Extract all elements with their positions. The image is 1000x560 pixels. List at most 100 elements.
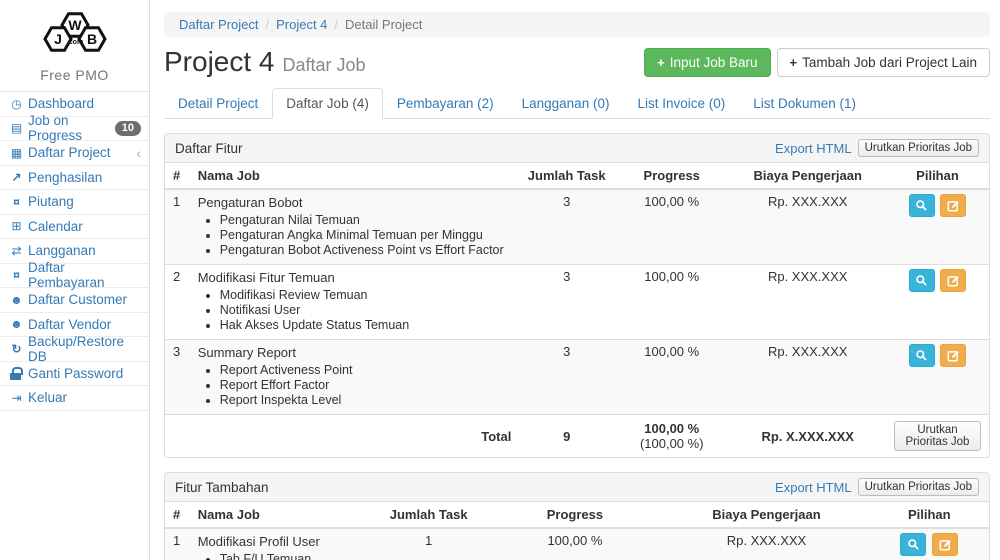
urutkan-prioritas-button[interactable]: Urutkan Prioritas Job	[894, 421, 981, 451]
fitur-tambahan-table: # Nama Job Jumlah Task Progress Biaya Pe…	[165, 502, 989, 560]
progress-cell: 100,00 %	[614, 340, 729, 415]
refresh-icon	[8, 342, 25, 356]
retweet-icon	[8, 244, 25, 258]
total-row: Total 9 100,00 % (100,00 %) Rp. X.XXX.XX…	[165, 415, 989, 458]
sidebar-item-piutang[interactable]: Piutang	[0, 190, 149, 215]
tab-langganan[interactable]: Langganan (0)	[508, 88, 624, 118]
page-title: Project 4	[164, 46, 275, 78]
search-icon	[915, 349, 928, 362]
search-icon	[915, 199, 928, 212]
table-row: 1 Pengaturan Bobot Pengaturan Nilai Temu…	[165, 189, 989, 265]
urutkan-prioritas-button[interactable]: Urutkan Prioritas Job	[858, 478, 979, 496]
sidebar-item-label: Job on Progress	[28, 113, 115, 143]
total-progress: 100,00 % (100,00 %)	[614, 415, 729, 458]
progress-cell: 100,00 %	[486, 528, 663, 560]
sidebar-item-label: Penghasilan	[28, 170, 102, 185]
tab-daftar-job[interactable]: Daftar Job (4)	[272, 88, 383, 118]
pilihan-cell	[886, 340, 989, 415]
tasks-icon	[8, 121, 25, 135]
chevron-left-icon: ‹	[136, 146, 141, 160]
table-row: 2 Modifikasi Fitur Temuan Modifikasi Rev…	[165, 265, 989, 340]
total-biaya: Rp. X.XXX.XXX	[729, 415, 886, 458]
job-count-badge: 10	[115, 121, 141, 136]
edit-icon	[947, 274, 960, 287]
daftar-fitur-table: # Nama Job Jumlah Task Progress Biaya Pe…	[165, 163, 989, 457]
panel-daftar-fitur: Daftar Fitur Export HTML Urutkan Priorit…	[164, 133, 990, 458]
panel-fitur-tambahan: Fitur Tambahan Export HTML Urutkan Prior…	[164, 472, 990, 560]
money-icon	[8, 195, 25, 209]
tab-pembayaran[interactable]: Pembayaran (2)	[383, 88, 508, 118]
jumlah-task-cell: 3	[519, 265, 614, 340]
plus-icon: +	[657, 55, 665, 70]
sidebar-item-daftar-pembayaran[interactable]: Daftar Pembayaran	[0, 264, 149, 289]
project-tabs: Detail Project Daftar Job (4) Pembayaran…	[164, 88, 990, 119]
edit-icon	[947, 199, 960, 212]
breadcrumb-current: Detail Project	[345, 17, 422, 32]
brand-name: Free PMO	[0, 67, 149, 83]
tambah-job-button[interactable]: + Tambah Job dari Project Lain	[777, 48, 990, 77]
table-header-row: # Nama Job Jumlah Task Progress Biaya Pe…	[165, 502, 989, 528]
view-job-button[interactable]	[909, 344, 935, 367]
sidebar-item-calendar[interactable]: Calendar	[0, 215, 149, 240]
main-content: Daftar Project Project 4 Detail Project …	[151, 0, 1000, 560]
pilihan-cell	[870, 528, 990, 560]
subtask-list: Modifikasi Review Temuan Notifikasi User…	[220, 288, 512, 333]
jwb-logo: W J B .com	[32, 6, 118, 60]
search-icon	[915, 274, 928, 287]
sidebar-item-ganti-password[interactable]: Ganti Password	[0, 362, 149, 387]
table-header-row: # Nama Job Jumlah Task Progress Biaya Pe…	[165, 163, 989, 189]
total-tasks: 9	[519, 415, 614, 458]
job-name: Pengaturan Bobot	[198, 194, 512, 211]
svg-text:J: J	[54, 31, 62, 47]
subtask-list: Tab F/U Temuan	[220, 552, 363, 560]
subtask-list: Report Activeness Point Report Effort Fa…	[220, 363, 512, 408]
calendar-icon	[8, 219, 25, 233]
job-name: Summary Report	[198, 344, 512, 361]
sidebar-item-label: Keluar	[28, 390, 67, 405]
sidebar-item-label: Calendar	[28, 219, 83, 234]
plus-icon: +	[790, 55, 798, 70]
sidebar-item-job-on-progress[interactable]: Job on Progress 10	[0, 117, 149, 142]
table-icon	[8, 146, 25, 160]
view-job-button[interactable]	[909, 194, 935, 217]
sidebar-item-daftar-customer[interactable]: Daftar Customer	[0, 288, 149, 313]
total-label: Total	[190, 415, 520, 458]
edit-job-button[interactable]	[940, 344, 966, 367]
users-icon	[8, 317, 25, 331]
breadcrumb-daftar-project[interactable]: Daftar Project	[179, 17, 258, 32]
view-job-button[interactable]	[900, 533, 926, 556]
brand: W J B .com Free PMO	[0, 0, 149, 92]
breadcrumb-project-4[interactable]: Project 4	[276, 17, 327, 32]
progress-cell: 100,00 %	[614, 189, 729, 265]
line-chart-icon	[8, 170, 25, 184]
edit-job-button[interactable]	[932, 533, 958, 556]
export-html-link[interactable]: Export HTML	[775, 480, 852, 495]
tab-detail-project[interactable]: Detail Project	[164, 88, 272, 118]
tab-list-invoice[interactable]: List Invoice (0)	[623, 88, 739, 118]
job-name: Modifikasi Profil User	[198, 533, 363, 550]
sidebar-item-label: Piutang	[28, 194, 74, 209]
biaya-cell: Rp. XXX.XXX	[729, 189, 886, 265]
users-icon	[8, 293, 25, 307]
input-job-baru-button[interactable]: + Input Job Baru	[644, 48, 770, 77]
sidebar-item-backup-restore[interactable]: Backup/Restore DB	[0, 337, 149, 362]
sidebar-item-label: Daftar Pembayaran	[28, 260, 141, 290]
jumlah-task-cell: 3	[519, 189, 614, 265]
sidebar-item-label: Dashboard	[28, 96, 94, 111]
urutkan-prioritas-button[interactable]: Urutkan Prioritas Job	[858, 139, 979, 157]
sidebar-item-label: Daftar Customer	[28, 292, 127, 307]
view-job-button[interactable]	[909, 269, 935, 292]
svg-text:B: B	[86, 31, 96, 47]
svg-text:W: W	[68, 17, 82, 33]
edit-icon	[939, 538, 952, 551]
sidebar-item-keluar[interactable]: Keluar	[0, 386, 149, 411]
biaya-cell: Rp. XXX.XXX	[729, 265, 886, 340]
page-subtitle: Daftar Job	[283, 49, 366, 76]
panel-title: Daftar Fitur	[175, 141, 243, 156]
sidebar-item-daftar-project[interactable]: Daftar Project ‹	[0, 141, 149, 166]
edit-job-button[interactable]	[940, 194, 966, 217]
export-html-link[interactable]: Export HTML	[775, 141, 852, 156]
edit-job-button[interactable]	[940, 269, 966, 292]
tab-list-dokumen[interactable]: List Dokumen (1)	[739, 88, 870, 118]
sidebar-item-penghasilan[interactable]: Penghasilan	[0, 166, 149, 191]
